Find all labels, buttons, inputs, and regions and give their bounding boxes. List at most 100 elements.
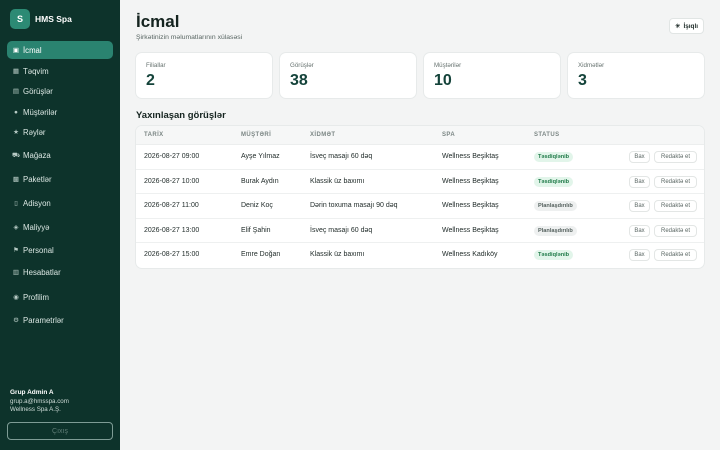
dashboard-icon: ▣	[12, 47, 20, 54]
sidebar-item-label: İcmal	[23, 45, 42, 55]
stat-value: 3	[578, 72, 587, 89]
sidebar-item-parametrler[interactable]: ⚙ Parametrlər	[7, 311, 113, 329]
sidebar-item-label: Personal	[23, 245, 54, 255]
status-badge: Planlaşdırılıb	[534, 201, 577, 212]
sidebar-item-teqvim[interactable]: ▦ Təqvim	[7, 62, 113, 80]
cell-customer: Burak Aydın	[241, 177, 279, 185]
report-chart-icon: ▥	[12, 269, 20, 276]
sidebar-item-adisyon[interactable]: ▯ Adisyon	[7, 194, 113, 212]
stat-value: 2	[146, 72, 155, 89]
sidebar-item-label: Profilim	[23, 292, 49, 302]
view-button[interactable]: Bax	[629, 249, 650, 262]
user-info: Grup Admin A grup.a@hmsspa.com Wellness …	[10, 389, 69, 415]
logout-button[interactable]: Çıxış	[7, 422, 113, 440]
users-icon: ●	[14, 108, 18, 116]
stat-card-customers: Müştərilər 10	[424, 53, 560, 98]
sidebar-item-label: Müştərilər	[23, 107, 58, 117]
sidebar-item-label: Təqvim	[23, 66, 49, 76]
status-badge: Təsdiqlənib	[534, 152, 574, 162]
page-subtitle: Şirkətinizin məlumatlarının xülasəsi	[136, 34, 243, 41]
stat-label: Xidmətlər	[578, 62, 605, 69]
cell-spa: Wellness Beşiktaş	[442, 153, 499, 160]
view-button[interactable]: Bax	[629, 151, 650, 163]
status-badge: Təsdiqlənib	[534, 250, 574, 261]
sidebar-item-gorusler[interactable]: ▤ Görüşlər	[7, 82, 113, 100]
receipt-icon: ▯	[14, 200, 18, 207]
user-email: grup.a@hmsspa.com	[10, 397, 69, 405]
cell-date: 2026-08-27 10:00	[144, 177, 200, 185]
sidebar-item-maliyye[interactable]: ◈ Maliyyə	[7, 218, 113, 236]
stat-label: Müştərilər	[434, 62, 462, 69]
user-icon: ◉	[13, 294, 19, 301]
cart-icon: ⛟	[12, 151, 21, 159]
column-header-customer[interactable]: MÜŞTƏRİ	[241, 132, 271, 138]
edit-button[interactable]: Redaktə et	[654, 249, 697, 262]
cell-spa: Wellness Kadıköy	[442, 251, 498, 259]
cell-date: 2026-08-27 11:00	[144, 202, 199, 210]
upcoming-appointments-table: TARİX MÜŞTƏRİ XİDMƏT SPA STATUS 2026-08-…	[136, 126, 704, 268]
sidebar-item-label: Parametrlər	[23, 315, 64, 325]
sidebar-item-icmal[interactable]: ▣ İcmal	[7, 41, 113, 59]
cell-service: İsveç masajı 60 dəq	[310, 226, 373, 234]
column-header-status[interactable]: STATUS	[534, 132, 560, 138]
theme-toggle-button[interactable]: ☀ İşıqlı	[669, 18, 704, 34]
brand-logo: S	[10, 9, 30, 29]
table-header: TARİX MÜŞTƏRİ XİDMƏT SPA STATUS	[136, 126, 704, 145]
table-row: 2026-08-27 13:00 Elif Şahin İsveç masajı…	[136, 219, 704, 244]
column-header-date[interactable]: TARİX	[144, 132, 164, 138]
sidebar-item-reyler[interactable]: ★ Rəylər	[7, 123, 113, 141]
page-title: İcmal	[136, 12, 180, 31]
view-button[interactable]: Bax	[629, 224, 650, 237]
sidebar-item-label: Görüşlər	[23, 86, 53, 96]
cell-service: İsveç masajı 60 dəq	[310, 153, 373, 160]
calendar-icon: ▦	[12, 68, 20, 75]
flag-icon: ⚑	[13, 247, 19, 254]
sidebar-item-hesabatlar[interactable]: ▥ Hesabatlar	[7, 263, 113, 281]
cell-spa: Wellness Beşiktaş	[442, 177, 499, 185]
gear-icon: ⚙	[13, 317, 19, 324]
cell-date: 2026-08-27 09:00	[144, 153, 200, 160]
cell-date: 2026-08-27 13:00	[144, 226, 200, 234]
column-header-spa[interactable]: SPA	[442, 132, 455, 138]
table-row: 2026-08-27 15:00 Emre Doğan Klassik üz b…	[136, 243, 704, 268]
stat-label: Görüşlər	[290, 62, 314, 69]
main-content: İcmal Şirkətinizin məlumatlarının xülasə…	[120, 0, 720, 450]
sidebar-item-label: Rəylər	[23, 127, 46, 137]
stat-label: Filiallar	[146, 62, 166, 69]
sidebar-item-label: Adisyon	[23, 198, 51, 208]
sidebar-item-label: Mağaza	[23, 150, 51, 160]
user-company: Wellness Spa A.Ş.	[10, 406, 61, 414]
stat-value: 10	[434, 72, 452, 89]
cell-date: 2026-08-27 15:00	[144, 251, 200, 259]
view-button[interactable]: Bax	[629, 175, 650, 188]
sidebar-item-paketler[interactable]: ▩ Paketlər	[7, 170, 113, 188]
sidebar-item-label: Hesabatlar	[23, 267, 61, 277]
edit-button[interactable]: Redaktə et	[654, 175, 697, 188]
edit-button[interactable]: Redaktə et	[654, 224, 697, 237]
sidebar-item-profilim[interactable]: ◉ Profilim	[7, 288, 113, 306]
cell-customer: Deniz Koç	[241, 202, 273, 210]
brand[interactable]: S HMS Spa	[10, 9, 72, 29]
table-row: 2026-08-27 10:00 Burak Aydın Klassik üz …	[136, 170, 704, 195]
sidebar-item-musteriler[interactable]: ● Müştərilər	[7, 103, 113, 121]
view-button[interactable]: Bax	[629, 200, 650, 213]
table-row: 2026-08-27 11:00 Deniz Koç Dərin toxuma …	[136, 194, 704, 219]
stat-card-services: Xidmətlər 3	[568, 53, 704, 98]
sidebar-item-personal[interactable]: ⚑ Personal	[7, 241, 113, 259]
edit-button[interactable]: Redaktə et	[654, 151, 697, 163]
sun-icon: ☀	[675, 23, 681, 30]
cell-customer: Emre Doğan	[241, 251, 281, 259]
sidebar-item-magaza[interactable]: ⛟ Mağaza	[7, 146, 113, 164]
package-icon: ▩	[12, 176, 20, 183]
theme-toggle-label: İşıqlı	[683, 22, 698, 30]
cell-service: Klassik üz baxımı	[310, 251, 365, 259]
column-header-service[interactable]: XİDMƏT	[310, 132, 335, 138]
status-badge: Təsdiqlənib	[534, 176, 574, 187]
cell-spa: Wellness Beşiktaş	[442, 202, 499, 210]
edit-button[interactable]: Redaktə et	[654, 200, 697, 213]
sidebar-item-label: Paketlər	[23, 174, 52, 184]
cell-service: Dərin toxuma masajı 90 dəq	[310, 202, 398, 210]
sidebar: S HMS Spa ▣ İcmal ▦ Təqvim ▤ Görüşlər ● …	[0, 0, 120, 450]
money-bag-icon: ◈	[13, 224, 19, 231]
cell-spa: Wellness Beşiktaş	[442, 226, 499, 234]
